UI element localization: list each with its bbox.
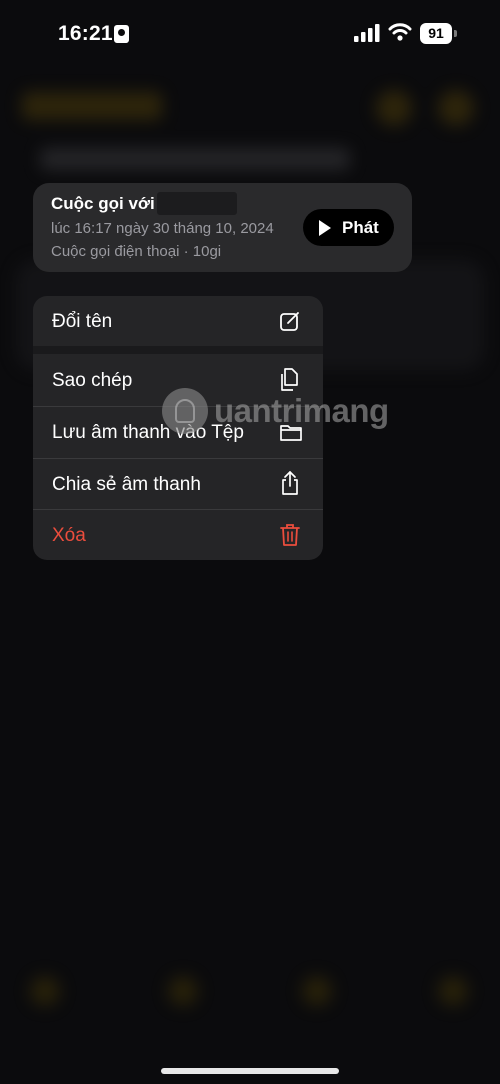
- menu-item-rename[interactable]: Đổi tên: [33, 296, 323, 346]
- recording-date: lúc 16:17 ngày 30 tháng 10, 2024: [51, 220, 274, 237]
- status-bar: 16:21 91: [0, 0, 500, 68]
- status-time: 16:21: [58, 22, 113, 45]
- redacted-contact-name: [157, 192, 237, 215]
- watermark: uantrimang: [162, 388, 389, 438]
- play-icon: [319, 220, 331, 236]
- menu-group-separator: [33, 346, 323, 354]
- recording-meta: Cuộc gọi điện thoại · 10gi: [51, 243, 222, 260]
- menu-item-label: Sao chép: [52, 370, 133, 391]
- battery-level: 91: [428, 25, 444, 41]
- play-button-label: Phát: [342, 218, 379, 237]
- menu-item-label: Chia sẻ âm thanh: [52, 474, 201, 495]
- menu-item-share-audio[interactable]: Chia sẻ âm thanh: [33, 459, 323, 509]
- wifi-icon: [388, 23, 412, 41]
- battery-icon: 91: [420, 23, 457, 44]
- menu-item-label: Đổi tên: [52, 311, 113, 332]
- cellular-signal-icon: [354, 24, 380, 42]
- edit-icon: [280, 312, 299, 331]
- share-icon: [282, 471, 298, 495]
- play-button[interactable]: Phát: [303, 209, 394, 246]
- menu-item-delete[interactable]: Xóa: [33, 510, 323, 560]
- home-indicator[interactable]: [161, 1068, 339, 1074]
- recording-title: Cuộc gọi với: [51, 194, 155, 213]
- watermark-text: uantrimang: [214, 392, 389, 429]
- trash-icon: [280, 524, 300, 546]
- lightbulb-logo-icon: [162, 388, 208, 434]
- recording-card[interactable]: Cuộc gọi với lúc 16:17 ngày 30 tháng 10,…: [33, 183, 412, 272]
- menu-item-label: Xóa: [52, 525, 86, 546]
- contact-card-icon: [114, 25, 129, 43]
